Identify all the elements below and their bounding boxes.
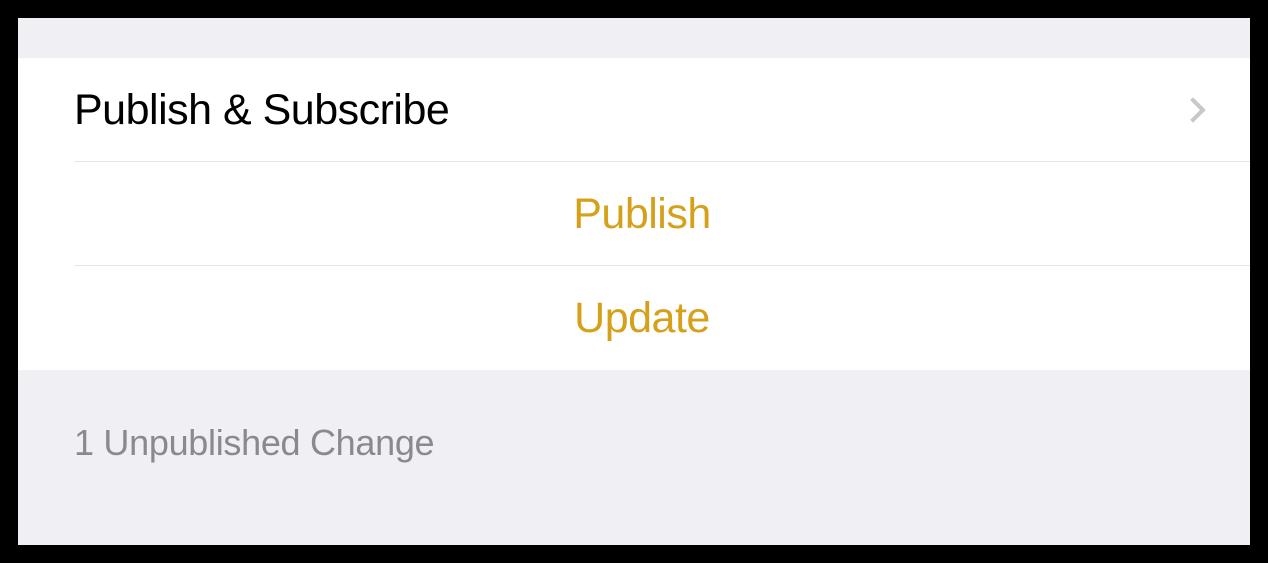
header-spacer bbox=[18, 18, 1250, 58]
publish-button[interactable]: Publish bbox=[18, 162, 1250, 266]
update-button[interactable]: Update bbox=[18, 266, 1250, 370]
footer: 1 Unpublished Change bbox=[18, 370, 1250, 464]
publish-subscribe-label: Publish & Subscribe bbox=[74, 86, 449, 135]
unpublished-status: 1 Unpublished Change bbox=[74, 422, 434, 463]
publish-label: Publish bbox=[573, 190, 711, 239]
settings-panel: Publish & Subscribe Publish Update 1 Unp… bbox=[18, 18, 1250, 545]
settings-group: Publish & Subscribe Publish Update bbox=[18, 58, 1250, 370]
update-label: Update bbox=[574, 294, 710, 343]
chevron-right-icon bbox=[1180, 97, 1205, 122]
publish-subscribe-row[interactable]: Publish & Subscribe bbox=[18, 58, 1250, 162]
